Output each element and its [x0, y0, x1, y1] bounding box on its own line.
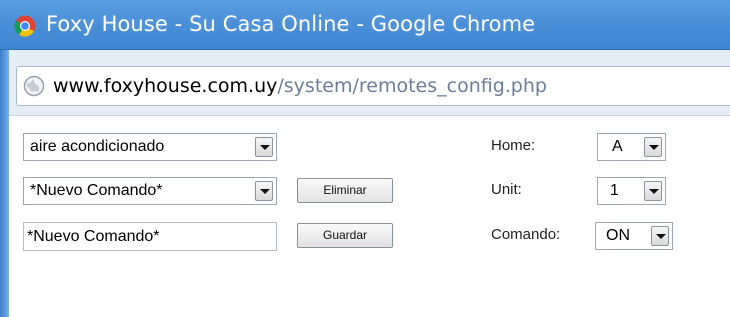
home-label: Home:: [491, 137, 536, 154]
home-select[interactable]: A: [597, 133, 666, 161]
device-select[interactable]: aire acondicionado: [23, 133, 277, 161]
unit-select[interactable]: 1: [597, 177, 666, 205]
window-titlebar[interactable]: Foxy House - Su Casa Online - Google Chr…: [0, 0, 730, 50]
window-frame-left: [0, 50, 9, 317]
chevron-down-icon[interactable]: [255, 181, 273, 201]
url-path: /system/remotes_config.php: [277, 75, 547, 97]
chevron-down-icon[interactable]: [644, 137, 662, 157]
command-select-value: *Nuevo Comando*: [30, 182, 163, 199]
command-name-input-value: *Nuevo Comando*: [27, 228, 160, 245]
command-select[interactable]: *Nuevo Comando*: [23, 177, 277, 205]
comando-select-value: ON: [606, 227, 630, 244]
comando-select[interactable]: ON: [595, 222, 673, 250]
window-title: Foxy House - Su Casa Online - Google Chr…: [46, 12, 536, 36]
url-host: www.foxyhouse.com.uy: [53, 75, 278, 97]
chevron-down-icon[interactable]: [644, 181, 662, 201]
command-name-input[interactable]: *Nuevo Comando*: [23, 222, 277, 251]
save-button[interactable]: Guardar: [297, 223, 393, 248]
browser-toolbar: www.foxyhouse.com.uy/system/remotes_conf…: [9, 50, 730, 115]
chevron-down-icon[interactable]: [255, 137, 273, 157]
unit-select-value: 1: [610, 182, 619, 199]
comando-label: Comando:: [491, 226, 561, 243]
chevron-down-icon[interactable]: [651, 226, 669, 246]
unit-label: Unit:: [491, 181, 522, 198]
delete-button[interactable]: Eliminar: [297, 178, 393, 203]
home-select-value: A: [612, 138, 623, 155]
url-text[interactable]: www.foxyhouse.com.uy/system/remotes_conf…: [53, 75, 547, 97]
chrome-logo-icon: [14, 15, 36, 37]
page-content: aire acondicionado Home: A *Nuevo Comand…: [9, 115, 730, 317]
device-select-value: aire acondicionado: [30, 138, 165, 155]
globe-icon: [23, 75, 45, 97]
address-bar[interactable]: www.foxyhouse.com.uy/system/remotes_conf…: [16, 66, 730, 106]
